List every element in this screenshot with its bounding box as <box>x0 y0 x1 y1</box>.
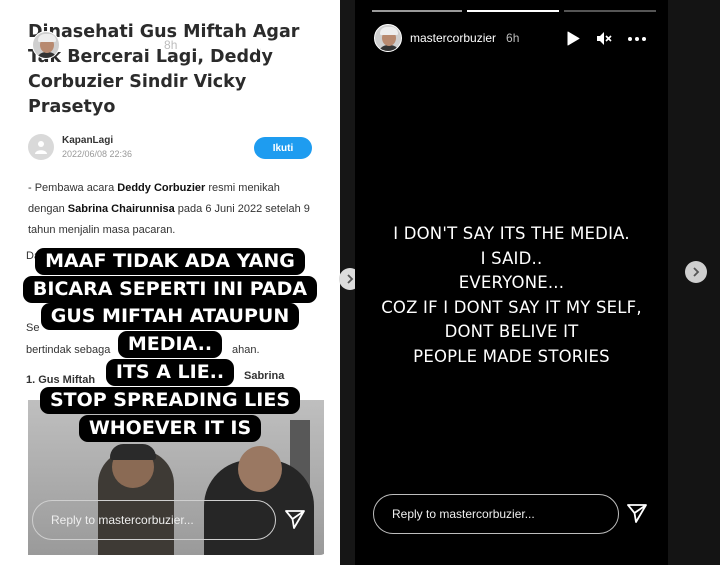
article-title-line: Corbuzier Sindir Vicky <box>28 72 247 92</box>
article-paragraph: - Pembawa acara Deddy Corbuzier resmi me… <box>28 178 314 241</box>
caption-text: MEDIA.. <box>117 331 223 358</box>
caption-text: ITS A LIE.. <box>105 359 235 386</box>
caption-line: BICARA SEPERTI INI PADA <box>0 276 340 303</box>
play-icon[interactable] <box>567 31 580 46</box>
caption-line: STOP SPREADING LIES <box>0 387 340 414</box>
story-text-line: EVERYONE... <box>458 273 565 293</box>
play-icon[interactable] <box>222 37 235 52</box>
story-right[interactable]: I DON'T SAY ITS THE MEDIA. I SAID.. EVER… <box>355 0 668 565</box>
article-title-line: Prasetyo <box>28 97 116 117</box>
send-icon[interactable] <box>284 508 306 535</box>
story-progress-bar <box>30 17 320 19</box>
follow-button: Ikuti <box>254 137 312 159</box>
caption-text: STOP SPREADING LIES <box>39 387 301 414</box>
story-timestamp: 6h <box>506 31 520 45</box>
story-username[interactable]: mastercorbuzier <box>410 31 496 45</box>
article-text-bold: Sabrina Chairunnisa <box>67 203 175 215</box>
caption-line: MEDIA.. <box>0 331 340 358</box>
reply-input[interactable]: Reply to mastercorbuzier... <box>373 494 619 534</box>
more-options-icon[interactable] <box>628 37 646 41</box>
story-progress-segment <box>564 10 656 12</box>
caption-text: MAAF TIDAK ADA YANG <box>35 248 305 275</box>
story-progress-segment <box>467 10 559 12</box>
avatar[interactable] <box>374 24 402 52</box>
speaker-muted-icon[interactable] <box>596 31 612 46</box>
story-progress-segment <box>372 10 462 12</box>
story-header-right: mastercorbuzier 6h <box>374 24 519 52</box>
chevron-right-icon <box>347 274 354 284</box>
more-options-icon[interactable] <box>285 43 303 47</box>
reply-input[interactable]: Reply to mastercorbuzier... <box>32 500 276 540</box>
story-username[interactable]: mastercorbuzier <box>68 38 154 52</box>
caption-text: GUS MIFTAH ATAUPUN <box>40 303 300 330</box>
caption-text: WHOEVER IT IS <box>78 415 262 442</box>
story-text-line: I SAID.. <box>480 248 543 268</box>
story-text-line: COZ IF I DONT SAY IT MY SELF, <box>381 297 642 317</box>
story-header-left: mastercorbuzier 8h <box>32 31 177 59</box>
avatar[interactable] <box>32 31 60 59</box>
article-author-row: KapanLagi 2022/06/08 22:36 Ikuti <box>28 134 314 160</box>
caption-line: GUS MIFTAH ATAUPUN <box>0 303 340 330</box>
send-icon[interactable] <box>626 502 648 529</box>
speaker-muted-icon[interactable] <box>252 37 268 52</box>
reply-placeholder: Reply to mastercorbuzier... <box>392 507 535 521</box>
story-text-line: I DON'T SAY ITS THE MEDIA. <box>393 224 630 243</box>
caption-line: WHOEVER IT IS <box>0 415 340 442</box>
caption-line: MAAF TIDAK ADA YANG <box>0 248 340 275</box>
next-story-button[interactable] <box>685 261 707 283</box>
story-text-line: PEOPLE MADE STORIES <box>413 346 610 366</box>
caption-text: BICARA SEPERTI INI PADA <box>22 276 318 303</box>
chevron-right-icon <box>693 267 700 277</box>
article-text-bold: Deddy Corbuzier <box>117 182 206 194</box>
story-text-line: DONT BELIVE IT <box>444 322 579 342</box>
author-name: KapanLagi <box>62 135 114 146</box>
article-date: 2022/06/08 22:36 <box>62 149 133 159</box>
story-timestamp: 8h <box>164 38 178 52</box>
reply-placeholder: Reply to mastercorbuzier... <box>51 513 194 527</box>
caption-line: ITS A LIE.. <box>0 359 340 386</box>
article-text: - Pembawa acara <box>28 182 118 194</box>
story-text: I DON'T SAY ITS THE MEDIA. I SAID.. EVER… <box>355 222 668 370</box>
author-avatar-icon <box>28 134 54 160</box>
